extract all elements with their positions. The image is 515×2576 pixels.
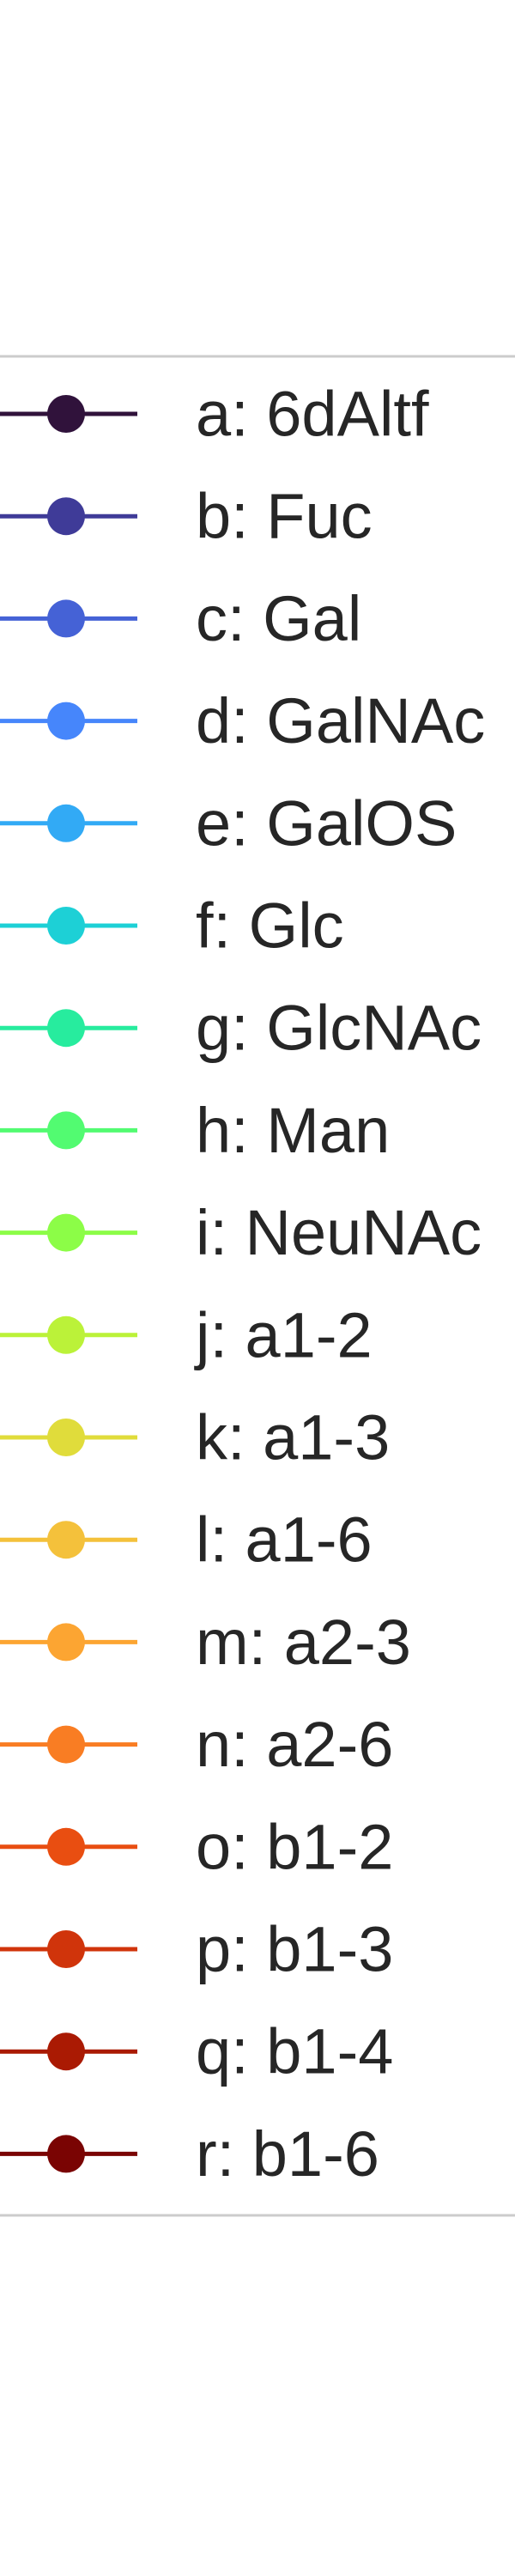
legend-entry: o: b1-2 — [0, 1811, 393, 1882]
legend-marker — [47, 1725, 85, 1764]
legend-label: n: a2-6 — [196, 1709, 393, 1780]
legend-marker — [47, 1930, 85, 1968]
legend-marker — [47, 1111, 85, 1150]
legend-entry: k: a1-3 — [0, 1402, 390, 1473]
legend-entry: a: 6dAltf — [0, 379, 429, 450]
legend-marker — [47, 599, 85, 638]
legend-label: r: b1-6 — [196, 2118, 379, 2190]
legend-label: p: b1-3 — [196, 1914, 393, 1985]
legend-entry: f: Glc — [0, 890, 344, 962]
legend-label: i: NeuNAc — [196, 1197, 482, 1268]
legend-entry: g: GlcNAc — [0, 993, 482, 1064]
legend-entry: h: Man — [0, 1095, 390, 1166]
legend-entry: l: a1-6 — [0, 1504, 373, 1576]
legend-entry: c: Gal — [0, 583, 361, 654]
legend-label: q: b1-4 — [196, 2016, 393, 2087]
legend: a: 6dAltf b: Fuc c: Gal d: GalNAc e: GalOS f:… — [0, 355, 515, 2217]
legend-label: e: GalOS — [196, 787, 457, 859]
legend-entry: j: a1-2 — [0, 1299, 373, 1370]
legend-marker — [47, 1213, 85, 1252]
legend-entry: e: GalOS — [0, 787, 457, 859]
legend-marker — [47, 1623, 85, 1662]
legend-label: g: GlcNAc — [196, 993, 482, 1064]
legend-entry: m: a2-3 — [0, 1607, 411, 1678]
legend-label: m: a2-3 — [196, 1607, 411, 1678]
legend-label: b: Fuc — [196, 481, 373, 552]
legend-label: a: 6dAltf — [196, 379, 429, 450]
legend-marker — [47, 497, 85, 536]
legend-marker — [47, 1009, 85, 1048]
legend-label: c: Gal — [196, 583, 361, 654]
legend-marker — [47, 702, 85, 740]
legend-label: o: b1-2 — [196, 1811, 393, 1882]
legend-entry: p: b1-3 — [0, 1914, 393, 1985]
legend-marker — [47, 2032, 85, 2071]
legend-marker — [47, 1827, 85, 1866]
legend-label: k: a1-3 — [196, 1402, 390, 1473]
legend-label: j: a1-2 — [194, 1299, 373, 1370]
legend-entries: a: 6dAltf b: Fuc c: Gal d: GalNAc e: GalOS f:… — [0, 379, 485, 2190]
legend-marker — [47, 2135, 85, 2173]
legend-entry: i: NeuNAc — [0, 1197, 482, 1268]
legend-label: d: GalNAc — [196, 685, 485, 756]
legend-marker — [47, 804, 85, 842]
legend-entry: d: GalNAc — [0, 685, 485, 756]
legend-entry: q: b1-4 — [0, 2016, 393, 2087]
legend-entry: b: Fuc — [0, 481, 373, 552]
legend-label: f: Glc — [196, 890, 344, 962]
legend-entry: r: b1-6 — [0, 2118, 379, 2190]
legend-label: h: Man — [196, 1095, 390, 1166]
legend-marker — [47, 1315, 85, 1354]
legend-entry: n: a2-6 — [0, 1709, 393, 1780]
legend-marker — [47, 1419, 85, 1456]
legend-label: l: a1-6 — [196, 1504, 373, 1576]
legend-marker — [47, 1521, 85, 1559]
legend-marker — [47, 907, 85, 945]
legend-marker — [47, 395, 85, 433]
